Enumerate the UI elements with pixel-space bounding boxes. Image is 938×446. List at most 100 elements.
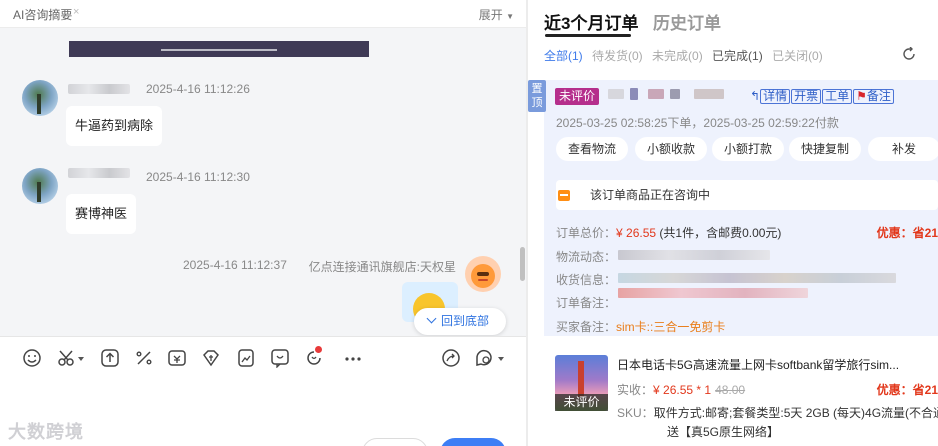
blurred-text (694, 89, 724, 99)
consulting-notice: 该订单商品正在咨询中 (556, 180, 938, 210)
filter-pending-shipment[interactable]: 待发货(0) (592, 49, 643, 63)
product-title[interactable]: 日本电话卡5G高速流量上网卡softbank留学旅行sim... (617, 356, 899, 373)
notification-dot (315, 346, 322, 353)
return-icon: ↰ (750, 89, 761, 103)
chat-panel: AI咨询摘要 × 展开 ▼ 2025-4-16 11:12:26 牛逼药到病除 … (0, 0, 526, 446)
app-root: AI咨询摘要 × 展开 ▼ 2025-4-16 11:12:26 牛逼药到病除 … (0, 0, 938, 446)
customer-name-blurred (68, 168, 130, 178)
blurred-text (618, 250, 770, 260)
order-discount: 优惠：省21 (876, 226, 938, 240)
order-card[interactable]: 未评价 ↰ 详情 开票 工单 ⚑备注 2025-03-25 02:58:25下单，202… (544, 80, 938, 336)
blurred-text (618, 273, 896, 283)
filter-closed[interactable]: 已关闭(0) (772, 49, 823, 63)
order-remark-row[interactable]: 订单备注： (556, 294, 616, 311)
original-price: 48.00 (715, 383, 746, 397)
product-price-row: 实收：¥ 26.55 * 1 48.00 (617, 381, 745, 398)
blurred-text (608, 89, 624, 99)
message-icon (558, 190, 570, 201)
filter-unfinished[interactable]: 未完成(0) (652, 49, 703, 63)
chat-scrollbar[interactable] (520, 247, 525, 281)
blurred-text (648, 89, 664, 99)
upload-icon[interactable] (100, 348, 120, 370)
logistics-label: 物流动态： (556, 250, 617, 264)
message-timestamp: 2025-4-16 11:12:26 (146, 82, 250, 96)
blurred-text (630, 88, 638, 100)
buyer-remark-row: 买家备注：sim卡::三合一免剪卡 (556, 318, 725, 335)
paid-amount: ¥ 26.55 * 1 (653, 383, 712, 397)
reissue-button[interactable]: 补发 (868, 137, 938, 161)
order-total-row: 订单总价：¥ 26.55 (共1件，含邮费0.00元) (556, 224, 781, 241)
sku-label: SKU： (617, 406, 654, 420)
receiver-label: 收货信息： (556, 273, 617, 287)
share-icon[interactable] (441, 348, 461, 370)
logistics-row[interactable]: 物流动态： (556, 248, 616, 265)
message-bubble: 牛逼药到病除 (66, 106, 163, 146)
customer-name-blurred (68, 84, 130, 94)
product-discount: 优惠：省21 (876, 383, 938, 397)
note-button-label: 备注 (866, 89, 891, 103)
ticket-button[interactable]: 工单 (822, 89, 853, 104)
image-icon[interactable] (236, 348, 256, 370)
order-actions: ↰ 详情 开票 工单 ⚑备注 (750, 89, 895, 104)
image-message[interactable] (69, 41, 369, 57)
receiver-row[interactable]: 收货信息： (556, 271, 616, 288)
invoice-button[interactable]: 开票 (791, 89, 822, 104)
secondary-button[interactable] (362, 438, 428, 446)
small-pay-button[interactable]: 小额打款 (712, 137, 784, 161)
agent-timestamp: 2025-4-16 11:12:37 (183, 258, 287, 272)
product-status-badge: 未评价 (555, 394, 608, 411)
avatar[interactable] (22, 80, 58, 116)
note-button[interactable]: ⚑备注 (853, 89, 894, 104)
tab-history-orders[interactable]: 历史订单 (653, 9, 721, 34)
tab-recent-orders[interactable]: 近3个月订单 (544, 9, 638, 34)
expand-label: 展开 (478, 8, 503, 22)
total-detail: (共1件，含邮费0.00元) (659, 226, 782, 240)
ai-summary-close-icon[interactable]: × (73, 6, 79, 18)
scissors-icon[interactable] (57, 348, 85, 370)
buyer-remark-label: 买家备注： (556, 320, 617, 334)
message-timestamp: 2025-4-16 11:12:30 (146, 170, 250, 184)
send-button[interactable] (440, 438, 506, 446)
order-filters: 全部(1) 待发货(0) 未完成(0) 已完成(1) 已关闭(0) (544, 47, 829, 64)
chat-settings-icon[interactable] (474, 348, 506, 370)
coupon-icon[interactable] (167, 348, 187, 370)
emoji-icon[interactable] (22, 348, 42, 370)
back-to-bottom-label: 回到底部 (441, 314, 490, 328)
view-logistics-button[interactable]: 查看物流 (556, 137, 628, 161)
agent-avatar[interactable] (465, 256, 501, 292)
watermark: 大数跨境 (8, 422, 84, 442)
pin-top-tag[interactable]: 置顶 (528, 80, 546, 112)
ai-summary-bar[interactable]: AI咨询摘要 × 展开 ▼ (0, 0, 526, 28)
buyer-remark-value: sim卡::三合一免剪卡 (616, 320, 726, 334)
refresh-icon[interactable] (902, 46, 916, 61)
chevron-down-icon: ▼ (506, 12, 514, 21)
discount-icon[interactable] (134, 348, 154, 370)
small-collect-button[interactable]: 小额收款 (635, 137, 707, 161)
product-item[interactable]: 未评价 日本电话卡5G高速流量上网卡softbank留学旅行sim... 实收：… (544, 344, 938, 446)
flag-icon: ⚑ (856, 89, 867, 103)
sku-value: 取件方式:邮寄;套餐类型:5天 2GB (每天)4G流量(不合通 (653, 406, 938, 420)
quick-reply-icon[interactable] (270, 348, 290, 370)
message-bubble: 赛博神医 (66, 194, 137, 234)
orders-panel: 近3个月订单 历史订单 全部(1) 待发货(0) 未完成(0) 已完成(1) 已… (528, 0, 938, 446)
image-line (161, 49, 277, 51)
order-time: 2025-03-25 02:58:25下单，2025-03-25 02:59:2… (556, 116, 839, 130)
back-to-bottom-button[interactable]: 回到底部 (414, 308, 506, 335)
filter-completed[interactable]: 已完成(1) (712, 49, 763, 63)
chevron-down-icon (426, 313, 437, 324)
total-label: 订单总价： (556, 226, 617, 240)
total-amount: ¥ 26.55 (616, 226, 657, 240)
agent-name: 亿点连接通讯旗舰店:天权星 (308, 260, 456, 274)
ai-summary-title: AI咨询摘要 (13, 8, 73, 22)
status-badge: 未评价 (555, 88, 600, 105)
avatar[interactable] (22, 168, 58, 204)
sku-value-continued: 送【真5G原生网络】 (667, 425, 780, 439)
quick-copy-button[interactable]: 快捷复制 (789, 137, 861, 161)
ai-summary-expand-button[interactable]: 展开 ▼ (479, 6, 514, 23)
order-detail-button[interactable]: 详情 (760, 89, 791, 104)
blurred-text (618, 288, 808, 298)
product-sku: SKU：取件方式:邮寄;套餐类型:5天 2GB (每天)4G流量(不合通 (617, 404, 938, 421)
tag-icon[interactable] (201, 348, 221, 370)
filter-all[interactable]: 全部(1) (544, 49, 583, 63)
more-icon[interactable] (343, 348, 363, 370)
